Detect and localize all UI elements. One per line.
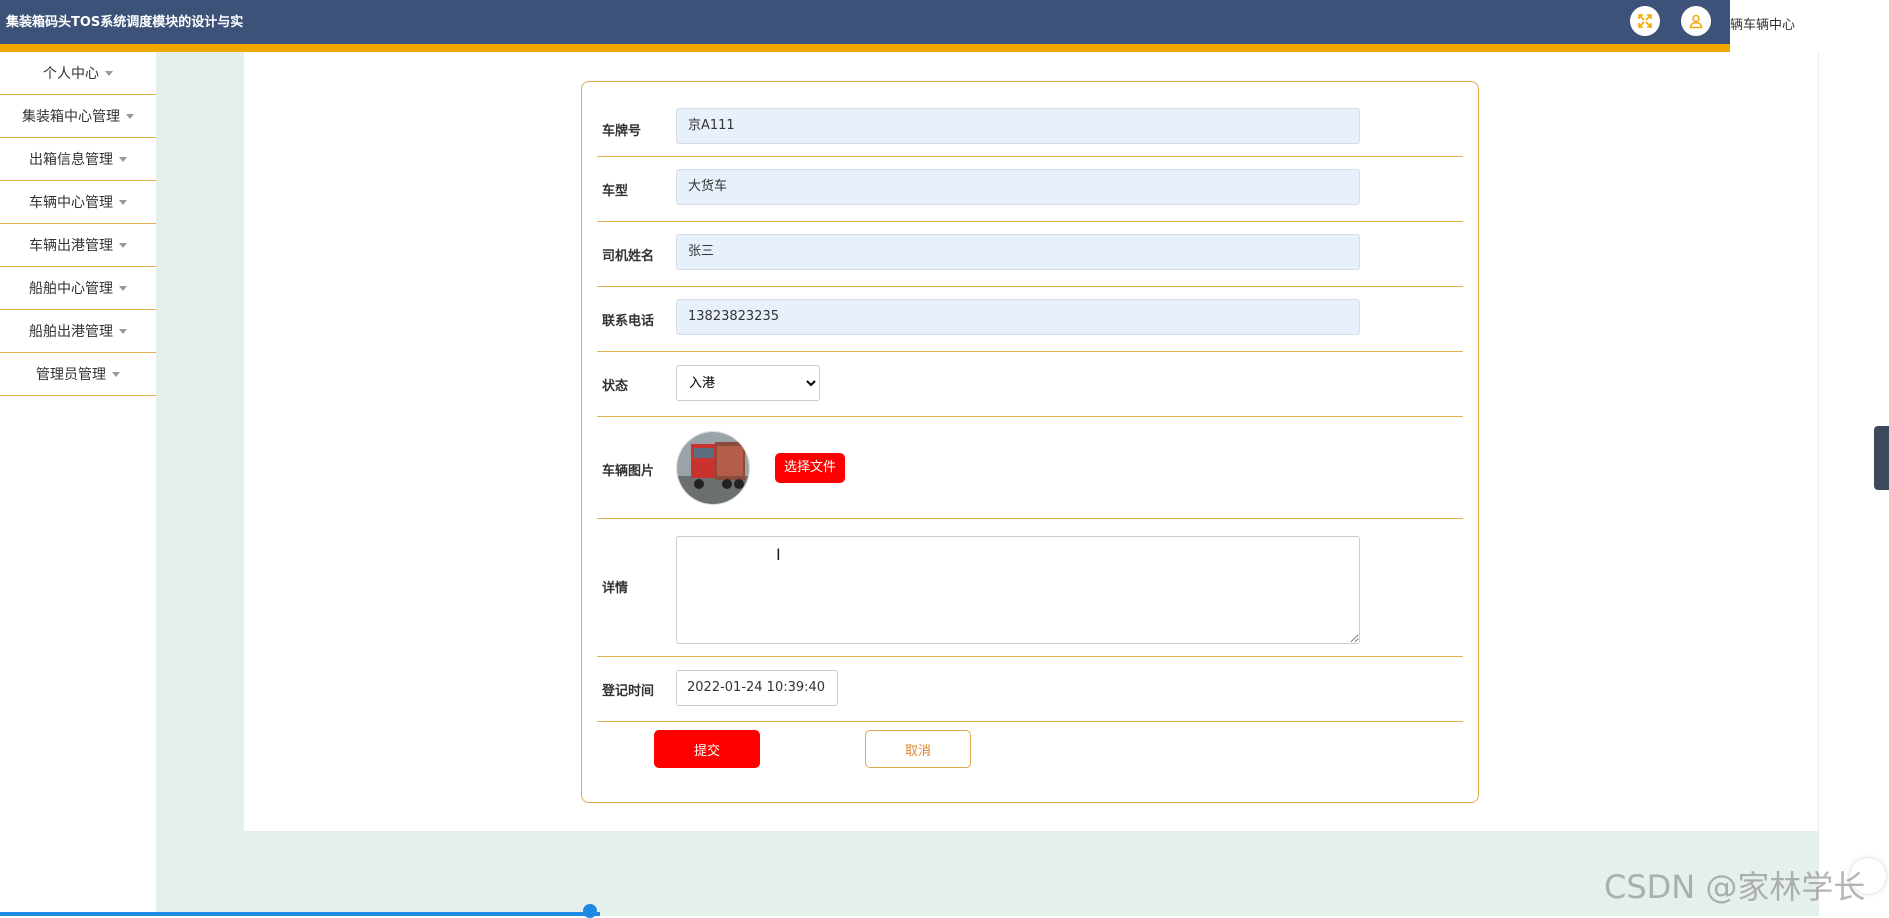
sidebar-item-label: 车辆中心管理	[29, 195, 113, 211]
submit-button[interactable]: 提交	[654, 730, 760, 768]
sidebar-item-label: 车辆出港管理	[29, 238, 113, 254]
caret-down-icon	[105, 70, 113, 76]
sidebar-item-label: 个人中心	[43, 66, 99, 82]
caret-down-icon	[119, 328, 127, 334]
register-time-input[interactable]: 2022-01-24 10:39:40	[676, 670, 838, 706]
cancel-button[interactable]: 取消	[865, 730, 971, 768]
watermark-text: CSDN @家林学长	[1604, 868, 1866, 906]
form-row-plate: 车牌号 京A111	[597, 82, 1463, 157]
sidebar-item-outbound-info[interactable]: 出箱信息管理	[0, 138, 156, 181]
user-icon[interactable]	[1681, 6, 1711, 36]
phone-label: 联系电话	[602, 314, 655, 329]
vehicle-photo-thumbnail	[676, 431, 750, 505]
sidebar-item-vehicle-departure[interactable]: 车辆出港管理	[0, 224, 156, 267]
details-label: 详情	[602, 581, 629, 596]
form-row-photo: 车辆图片 选择文件	[597, 416, 1463, 519]
sidebar-item-vehicle-center[interactable]: 车辆中心管理	[0, 181, 156, 224]
photo-label: 车辆图片	[602, 464, 655, 479]
caret-down-icon	[119, 242, 127, 248]
sidebar: 个人中心 集装箱中心管理 出箱信息管理 车辆中心管理 车辆出港管理 船舶中心管理…	[0, 52, 156, 916]
sidebar-item-label: 船舶中心管理	[29, 281, 113, 297]
status-label: 状态	[602, 379, 629, 394]
caret-down-icon	[126, 113, 134, 119]
vehicle-form-card: 车牌号 京A111 车型 大货车 司机姓名 张三 联系电话 1382382323…	[581, 81, 1479, 803]
sidebar-item-admin[interactable]: 管理员管理	[0, 353, 156, 396]
caret-down-icon	[112, 371, 120, 377]
driver-name-input[interactable]: 张三	[676, 234, 1360, 270]
fullscreen-icon[interactable]	[1630, 6, 1660, 36]
form-row-status: 状态 入港	[597, 351, 1463, 417]
app-title: 集装箱码头TOS系统调度模块的设计与实	[6, 15, 244, 30]
plate-label: 车牌号	[602, 124, 642, 139]
caret-down-icon	[119, 156, 127, 162]
form-row-phone: 联系电话 13823823235	[597, 286, 1463, 352]
sidebar-item-ship-center[interactable]: 船舶中心管理	[0, 267, 156, 310]
driver-name-label: 司机姓名	[602, 249, 655, 264]
vehicle-type-input[interactable]: 大货车	[676, 169, 1360, 205]
sidebar-item-container-center[interactable]: 集装箱中心管理	[0, 95, 156, 138]
horizontal-scrollbar[interactable]	[0, 912, 600, 916]
phone-input[interactable]: 13823823235	[676, 299, 1360, 335]
caret-down-icon	[119, 285, 127, 291]
top-header: 集装箱码头TOS系统调度模块的设计与实	[0, 0, 1730, 52]
side-drawer-tab[interactable]	[1874, 426, 1889, 490]
caret-down-icon	[119, 199, 127, 205]
sidebar-item-label: 船舶出港管理	[29, 324, 113, 340]
text-cursor-icon: I	[776, 545, 781, 564]
form-row-register-time: 登记时间 2022-01-24 10:39:40	[597, 656, 1463, 722]
form-row-driver: 司机姓名 张三	[597, 221, 1463, 287]
choose-file-button[interactable]: 选择文件	[775, 453, 846, 483]
form-row-details: 详情	[597, 518, 1463, 657]
vehicle-type-label: 车型	[602, 184, 629, 199]
sidebar-item-personal-center[interactable]: 个人中心	[0, 52, 156, 95]
status-select[interactable]: 入港	[676, 365, 820, 401]
sidebar-item-label: 管理员管理	[36, 367, 106, 383]
sidebar-item-ship-departure[interactable]: 船舶出港管理	[0, 310, 156, 353]
sidebar-item-label: 出箱信息管理	[29, 152, 113, 168]
form-row-vehicle-type: 车型 大货车	[597, 156, 1463, 222]
sidebar-item-label: 集装箱中心管理	[22, 109, 120, 125]
plate-input[interactable]: 京A111	[676, 108, 1360, 144]
register-time-label: 登记时间	[602, 684, 655, 699]
user-role-text: 辆车辆中心	[1730, 18, 1796, 33]
